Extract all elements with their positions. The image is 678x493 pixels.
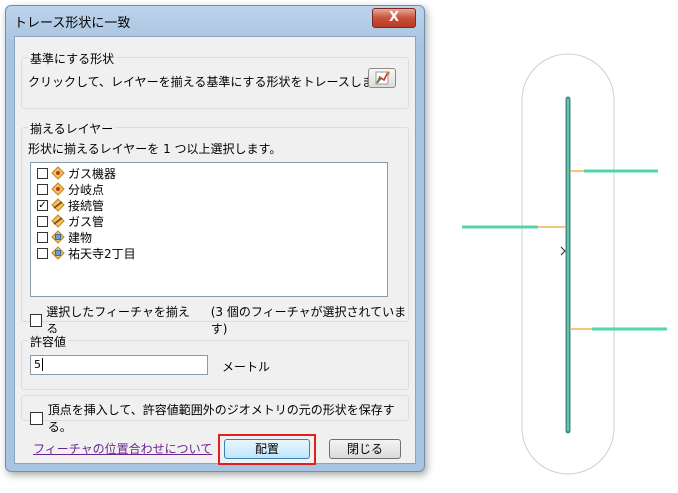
selected-features-label: 選択したフィーチャを揃える xyxy=(46,305,190,336)
selected-count-text: (3 個のフィーチャが選択されています) xyxy=(210,305,407,336)
reference-instruction: クリックして、レイヤーを揃える基準にする形状をトレースします。 xyxy=(28,75,397,89)
layer-checkbox[interactable] xyxy=(37,167,48,179)
tolerance-value: 5 xyxy=(34,358,41,371)
tolerance-group: 許容値 5 メートル xyxy=(21,333,409,390)
layer-label: 接続管 xyxy=(68,198,105,213)
reference-shape-legend: 基準にする形状 xyxy=(28,50,117,67)
list-item[interactable]: ガス管 xyxy=(37,213,104,229)
insert-vertices-label: 頂点を挿入して、許容値範囲外のジオメトリの元の形状を保存する。 xyxy=(47,403,395,434)
cursor-chevron-icon xyxy=(560,246,566,256)
align-layers-group: 揃えるレイヤー 形状に揃えるレイヤーを 1 つ以上選択します。 ガス機器 分岐点… xyxy=(21,120,409,336)
close-button-label: 閉じる xyxy=(346,442,383,456)
layer-checkbox[interactable] xyxy=(37,215,48,227)
title-bar[interactable]: トレース形状に一致 X xyxy=(6,6,424,34)
layer-label: ガス管 xyxy=(68,214,105,229)
map-canvas[interactable] xyxy=(430,0,678,490)
dialog-body: 基準にする形状 クリックして、レイヤーを揃える基準にする形状をトレースします。 … xyxy=(14,36,416,465)
list-item[interactable]: 建物 xyxy=(37,229,92,245)
list-item[interactable]: 分岐点 xyxy=(37,181,104,197)
point-layer-icon xyxy=(51,182,65,196)
trace-shape-dialog: トレース形状に一致 X 基準にする形状 クリックして、レイヤーを揃える基準にする… xyxy=(5,5,425,472)
selected-features-option[interactable]: 選択したフィーチャを揃える (3 個のフィーチャが選択されています) xyxy=(30,303,408,337)
layer-list[interactable]: ガス機器 分岐点 ✓ 接続管 ガス管 建物 祐天寺2丁目 xyxy=(30,162,388,297)
close-icon: X xyxy=(388,10,400,25)
layer-checkbox[interactable] xyxy=(37,247,48,259)
list-item[interactable]: ✓ 接続管 xyxy=(37,197,104,213)
close-window-button[interactable]: X xyxy=(372,8,416,28)
trace-sketch-button[interactable] xyxy=(368,68,396,88)
layer-checkbox[interactable] xyxy=(37,183,48,195)
layer-label: 分岐点 xyxy=(68,182,105,197)
list-item[interactable]: 祐天寺2丁目 xyxy=(37,245,136,261)
layer-checkbox[interactable]: ✓ xyxy=(37,199,48,211)
tolerance-unit: メートル xyxy=(222,360,271,374)
help-link[interactable]: フィーチャの位置合わせについて xyxy=(33,440,212,457)
line-layer-icon xyxy=(51,198,65,212)
map-graphics xyxy=(462,53,667,475)
layer-label: 祐天寺2丁目 xyxy=(68,246,136,261)
layer-label: ガス機器 xyxy=(68,166,117,181)
polygon-layer-icon xyxy=(51,230,65,244)
insert-vertices-checkbox[interactable] xyxy=(30,411,43,425)
insert-vertices-group: 頂点を挿入して、許容値範囲外のジオメトリの元の形状を保存する。 xyxy=(21,395,409,434)
layer-checkbox[interactable] xyxy=(37,231,48,243)
layer-label: 建物 xyxy=(68,230,93,245)
close-button[interactable]: 閉じる xyxy=(329,439,401,459)
reference-shape-group: 基準にする形状 クリックして、レイヤーを揃える基準にする形状をトレースします。 xyxy=(21,50,409,109)
tolerance-input[interactable]: 5 xyxy=(30,355,208,375)
dialog-title: トレース形状に一致 xyxy=(14,16,131,31)
align-layers-legend: 揃えるレイヤー xyxy=(28,120,116,137)
align-layers-instruction: 形状に揃えるレイヤーを 1 つ以上選択します。 xyxy=(28,142,282,156)
red-highlight-box xyxy=(218,434,316,465)
list-item[interactable]: ガス機器 xyxy=(37,165,116,181)
selected-features-checkbox[interactable] xyxy=(30,313,43,327)
sketch-icon xyxy=(375,71,390,85)
line-layer-icon xyxy=(51,214,65,228)
insert-vertices-option[interactable]: 頂点を挿入して、許容値範囲外のジオメトリの元の形状を保存する。 xyxy=(30,401,408,435)
tolerance-legend: 許容値 xyxy=(28,333,69,350)
point-layer-icon xyxy=(51,166,65,180)
polygon-layer-icon xyxy=(51,246,65,260)
